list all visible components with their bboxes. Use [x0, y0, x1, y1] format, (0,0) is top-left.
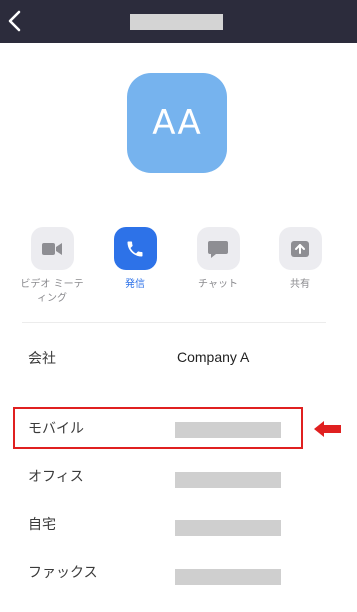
back-button[interactable]	[5, 8, 27, 34]
share-label: 共有	[290, 279, 310, 290]
chat-button[interactable]	[196, 227, 240, 270]
share-button[interactable]	[278, 227, 322, 270]
office-row[interactable]: オフィス	[0, 456, 357, 496]
share-action[interactable]: 共有	[265, 227, 335, 292]
call-button[interactable]	[113, 227, 157, 270]
fax-label: ファックス	[28, 565, 98, 581]
video-meeting-action[interactable]: ビデオ ミーティング	[17, 227, 87, 306]
highlight-box	[13, 407, 303, 449]
fax-row[interactable]: ファックス	[0, 552, 357, 592]
video-camera-icon	[42, 242, 62, 255]
fax-value-redacted[interactable]	[175, 569, 281, 585]
video-meeting-button[interactable]	[30, 227, 74, 270]
share-upload-icon	[291, 240, 309, 257]
home-row[interactable]: 自宅	[0, 504, 357, 544]
call-label: 発信	[125, 279, 145, 290]
phone-icon	[127, 241, 143, 256]
chat-label: チャット	[198, 279, 238, 290]
red-arrow-icon	[314, 421, 341, 437]
company-row: 会社 Company A	[0, 338, 357, 378]
office-label: オフィス	[28, 469, 84, 485]
video-meeting-label: ビデオ ミーティング	[20, 279, 84, 304]
home-label: 自宅	[28, 517, 56, 533]
company-value: Company A	[177, 349, 250, 365]
top-bar	[0, 0, 357, 43]
divider	[22, 322, 326, 323]
chat-action[interactable]: チャット	[183, 227, 253, 292]
office-value-redacted[interactable]	[175, 472, 281, 488]
home-value-redacted[interactable]	[175, 520, 281, 536]
avatar: AA	[127, 73, 227, 173]
redacted-title	[130, 14, 223, 30]
avatar-initials: AA	[152, 103, 202, 143]
chevron-left-icon	[8, 10, 21, 32]
call-action[interactable]: 発信	[100, 227, 170, 292]
company-label: 会社	[28, 351, 56, 367]
chat-bubble-icon	[208, 240, 228, 258]
